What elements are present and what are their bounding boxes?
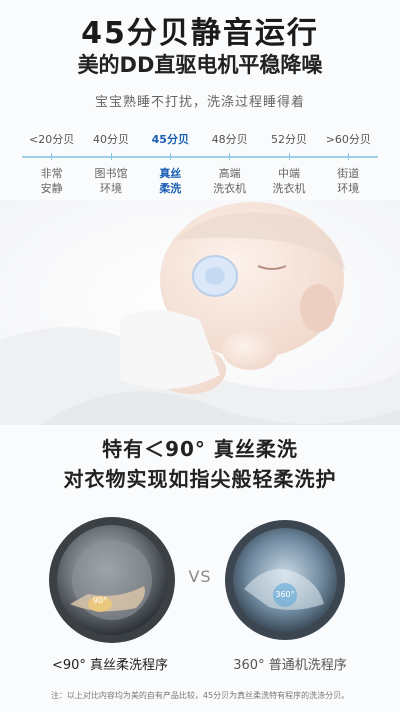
gentle-wash-caption: <90° 真丝柔洗程序 — [51, 658, 169, 673]
normal-wash-caption: 360° 普通机洗程序 — [233, 658, 347, 673]
footnote: 注：以上对比内容均为美的自有产品比较，45分贝为真丝柔洗特有程序的洗涤分贝。 — [50, 691, 350, 700]
scale-level-desc: 中端 洗衣机 — [272, 167, 306, 195]
scale-level-label: 40分贝 — [92, 133, 129, 146]
normal-wash-drum-image: 360° — [224, 519, 346, 641]
scale-level-desc: 高端 洗衣机 — [213, 167, 247, 195]
scale-level-label: <20分贝 — [29, 133, 75, 146]
scale-tick — [348, 153, 349, 160]
scale-level-label: 52分贝 — [270, 133, 307, 146]
feature-title: 特有＜90° 真丝柔洗 — [102, 437, 298, 461]
scale-tick — [51, 153, 52, 160]
noise-scale-line — [22, 156, 378, 158]
noise-scale-descriptions: 非常 安静 图书馆 环境 真丝 柔洗 高端 洗衣机 中端 洗衣机 街道 环境 — [22, 166, 378, 196]
gentle-wash-drum-image: 90° — [48, 516, 176, 644]
page-subtitle: 美的DD直驱电机平稳降噪 — [77, 53, 323, 77]
scale-level-desc: 非常 安静 — [40, 167, 63, 195]
scale-level-label: >60分贝 — [325, 133, 371, 146]
noise-scale-labels: <20分贝 40分贝 45分贝 48分贝 52分贝 >60分贝 — [22, 131, 378, 149]
scale-tick — [289, 153, 290, 160]
scale-tick — [111, 153, 112, 160]
angle-badge-360: 360° — [275, 590, 295, 599]
sleeping-baby-image — [0, 200, 400, 425]
scale-level-label-active: 45分贝 — [151, 133, 189, 146]
scale-tick — [229, 153, 230, 160]
vs-label: VS — [188, 567, 212, 586]
scale-level-desc: 图书馆 环境 — [94, 167, 128, 195]
scale-level-desc-active: 真丝 柔洗 — [159, 167, 182, 195]
tagline: 宝宝熟睡不打扰，洗涤过程睡得着 — [94, 95, 305, 110]
scale-level-desc: 街道 环境 — [337, 167, 360, 195]
angle-badge-90: 90° — [92, 596, 108, 605]
scale-level-label: 48分贝 — [211, 133, 248, 146]
page-title: 45分贝静音运行 — [81, 16, 319, 51]
feature-subtitle: 对衣物实现如指尖般轻柔洗护 — [63, 467, 337, 491]
scale-tick — [170, 153, 171, 160]
